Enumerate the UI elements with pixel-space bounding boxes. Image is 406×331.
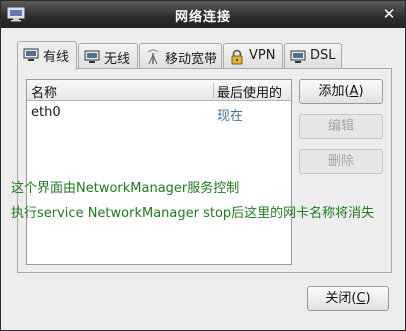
connection-name: eth0 [31,105,61,120]
connection-last-used: 现在 [217,109,244,124]
tab-wired[interactable]: 有线 [17,41,77,70]
annotation-line-2: 执行service NetworkManager stop后这里的网卡名称将消失 [11,206,375,221]
lock-icon [229,49,245,65]
tab-dsl-label: DSL [310,48,336,63]
tab-dsl[interactable]: DSL [284,43,342,69]
tab-wireless[interactable]: 无线 [78,43,138,69]
connection-type-tabs: 有线 无线 移动宽带 VPN DSL [17,41,397,70]
window-title: 网络连接 [174,10,231,25]
close-icon[interactable]: ✕ [381,5,397,23]
dsl-icon [290,49,306,65]
close-button-mnemonic: C [356,291,366,306]
wired-icon [23,47,39,63]
tab-mobile-broadband-label: 移动宽带 [165,52,218,67]
mobile-broadband-icon [145,49,161,65]
list-item[interactable]: eth0 现在 [27,102,291,124]
list-header: 名称 最后使用的 [27,80,291,101]
wired-tab-panel: 名称 最后使用的 eth0 现在 添加(A) 编辑 删除 [17,68,392,273]
tab-mobile-broadband[interactable]: 移动宽带 [139,43,222,69]
title-bar[interactable]: 网络连接 ✕ [1,1,405,28]
column-header-name[interactable]: 名称 [31,82,57,101]
tab-wireless-label: 无线 [104,52,131,67]
tab-vpn[interactable]: VPN [223,43,283,69]
close-button[interactable]: 关闭(C) [307,286,389,311]
column-separator [213,83,214,98]
edit-button[interactable]: 编辑 [299,114,383,139]
add-button-label-tail: ) [358,84,364,99]
wireless-icon [84,49,100,65]
delete-button[interactable]: 删除 [299,149,383,174]
close-button-label: 关闭( [325,291,357,306]
annotation-line-1: 这个界面由NetworkManager服务控制 [11,181,240,196]
add-button[interactable]: 添加(A) [299,79,383,104]
tab-vpn-label: VPN [249,48,276,63]
add-button-label: 添加( [318,84,350,99]
column-header-last-used[interactable]: 最后使用的 [217,82,282,101]
tab-wired-label: 有线 [43,50,70,65]
close-button-label-tail: ) [365,291,371,306]
connection-list[interactable]: 名称 最后使用的 eth0 现在 [26,79,292,265]
network-connections-window: 网络连接 ✕ 有线 无线 移动宽带 VPN DSL 名称 最后使用的 eth0 … [0,0,406,331]
